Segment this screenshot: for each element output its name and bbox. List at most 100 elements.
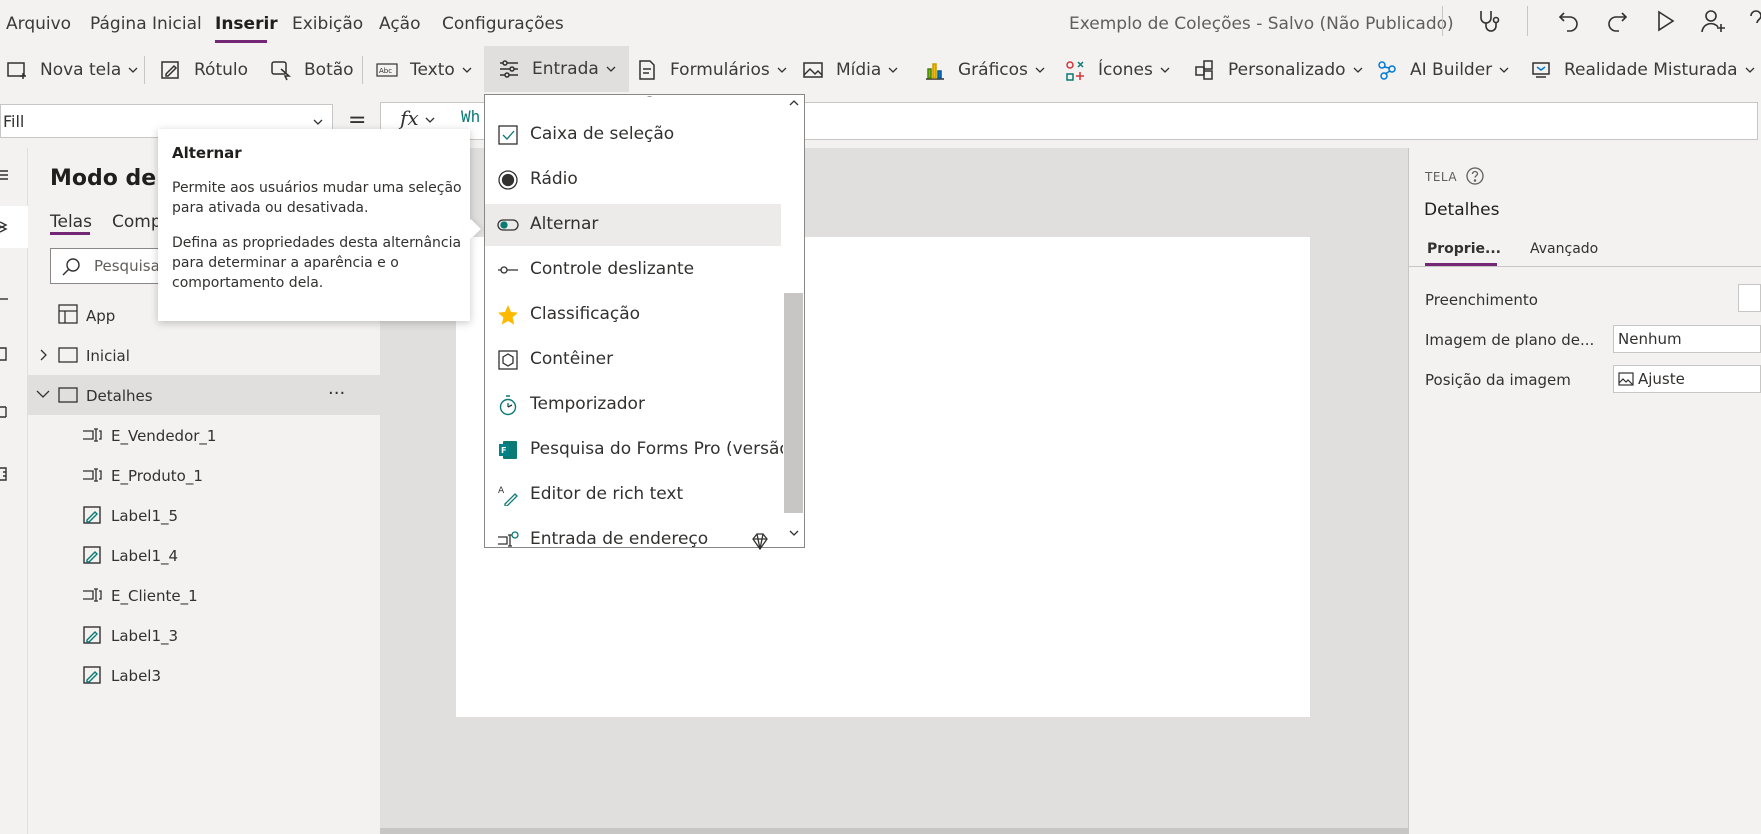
- ai-builder-button[interactable]: AI Builder: [1376, 54, 1510, 86]
- dropdown-item-radio[interactable]: Rádio: [485, 159, 781, 201]
- background-image-label: Imagem de plano de...: [1425, 331, 1595, 349]
- tree-item-label: E_Produto_1: [111, 467, 203, 485]
- button-button[interactable]: Botão: [270, 54, 354, 86]
- tree-item-control[interactable]: Label3: [28, 655, 380, 695]
- tree-item-control[interactable]: Label1_4: [28, 535, 380, 575]
- tab-componentes[interactable]: Comp: [112, 212, 162, 232]
- tree-item-inicial[interactable]: Inicial: [28, 335, 380, 375]
- fill-color-picker[interactable]: [1738, 284, 1761, 312]
- redo-icon[interactable]: [1603, 7, 1631, 35]
- chevron-down-icon: [1745, 67, 1755, 73]
- dropdown-item-label: Temporizador: [530, 394, 645, 414]
- hamburger-icon[interactable]: [0, 168, 10, 182]
- dropdown-item-container[interactable]: Contêiner: [485, 339, 781, 381]
- fx-label[interactable]: fx: [400, 106, 419, 130]
- chevron-down-icon[interactable]: [424, 114, 436, 126]
- chevron-down-icon: [1160, 67, 1170, 73]
- dropdown-item-address-input[interactable]: Entrada de endereço: [485, 519, 781, 553]
- dropdown-item-label: Controle deslizante: [530, 259, 695, 279]
- svg-text:Abc: Abc: [379, 67, 392, 75]
- active-tab-underline: [50, 232, 90, 235]
- menu-arquivo[interactable]: Arquivo: [6, 14, 71, 34]
- variables-icon[interactable]: [0, 466, 10, 482]
- chevron-down-icon: [606, 66, 616, 72]
- dropdown-item-toggle[interactable]: Alternar: [485, 204, 781, 246]
- rail-tree-view[interactable]: [0, 206, 28, 248]
- dropdown-item-checkbox[interactable]: Caixa de seleção: [485, 114, 781, 156]
- menu-inserir[interactable]: Inserir: [215, 14, 278, 34]
- tree-item-control[interactable]: Label1_3: [28, 615, 380, 655]
- data-icon[interactable]: [0, 346, 10, 362]
- image-position-select[interactable]: Ajuste: [1613, 365, 1761, 393]
- tree-item-label: Label1_3: [111, 627, 179, 645]
- slider-icon: [497, 259, 519, 281]
- mixed-reality-button[interactable]: Realidade Misturada: [1530, 54, 1756, 86]
- tab-propriedades[interactable]: Proprie...: [1427, 241, 1501, 257]
- dropdown-item-forms-pro[interactable]: F Pesquisa do Forms Pro (versão: [485, 429, 790, 471]
- chevron-down-icon[interactable]: [36, 389, 50, 399]
- media-button-label: Mídia: [836, 60, 882, 80]
- dropdown-item-label: Classificação: [530, 304, 641, 324]
- custom-button[interactable]: Personalizado: [1194, 54, 1364, 86]
- input-icon: [500, 60, 518, 78]
- stethoscope-icon[interactable]: [1474, 7, 1502, 35]
- tooltip-title: Alternar: [172, 144, 242, 162]
- text-input-icon: [82, 465, 102, 485]
- dropdown-scroll-thumb[interactable]: [784, 293, 803, 513]
- undo-icon[interactable]: [1555, 7, 1583, 35]
- label-icon: [82, 665, 102, 685]
- tree-item-control[interactable]: Label1_5: [28, 495, 380, 535]
- dropdown-item-timer[interactable]: Temporizador: [485, 384, 781, 426]
- new-screen-label: Nova tela: [40, 60, 122, 80]
- tab-telas[interactable]: Telas: [50, 212, 92, 232]
- dropdown-item-slider[interactable]: Controle deslizante: [485, 249, 781, 291]
- chevron-down-icon: [1353, 67, 1362, 73]
- more-options-icon[interactable]: ···: [328, 383, 345, 404]
- help-circle-icon[interactable]: [1465, 166, 1485, 186]
- menu-exibicao[interactable]: Exibição: [292, 14, 363, 34]
- fill-label: Preenchimento: [1425, 291, 1538, 309]
- forms-button[interactable]: Formulários: [636, 54, 788, 86]
- tree-item-label: E_Cliente_1: [111, 587, 198, 605]
- chevron-down-icon[interactable]: [788, 527, 800, 539]
- tree-item-control[interactable]: E_Vendedor_1: [28, 415, 380, 455]
- insert-icon[interactable]: [0, 292, 10, 306]
- input-button-label: Entrada: [532, 59, 599, 79]
- media-button[interactable]: Mídia: [802, 54, 899, 86]
- charts-button[interactable]: Gráficos: [924, 54, 1046, 86]
- tree-item-control[interactable]: E_Produto_1: [28, 455, 380, 495]
- chevron-right-icon[interactable]: [38, 349, 48, 361]
- address-input-icon: [497, 529, 519, 551]
- icons-button[interactable]: Ícones: [1064, 54, 1171, 86]
- dropdown-item-rich-text[interactable]: A Editor de rich text: [485, 474, 781, 516]
- mixed-reality-icon: [1532, 62, 1550, 78]
- props-title: Detalhes: [1424, 200, 1500, 220]
- label-button[interactable]: Rótulo: [160, 54, 248, 86]
- menu-acao[interactable]: Ação: [379, 14, 421, 34]
- new-screen-button[interactable]: Nova tela: [6, 54, 139, 86]
- flow-icon[interactable]: [0, 404, 10, 420]
- dropdown-item-label: Editor de rich text: [530, 484, 684, 504]
- chevron-down-icon: [313, 119, 323, 125]
- dropdown-item-star[interactable]: Classificação: [485, 294, 781, 336]
- share-user-icon[interactable]: [1699, 7, 1727, 35]
- play-icon[interactable]: [1651, 7, 1679, 35]
- image-position-label: Posição da imagem: [1425, 371, 1571, 389]
- menu-pagina-inicial[interactable]: Página Inicial: [90, 14, 202, 34]
- tree-item-label: Label3: [111, 667, 162, 685]
- canvas-scrollbar[interactable]: [380, 828, 1408, 834]
- text-button[interactable]: Abc Texto: [376, 54, 473, 86]
- input-button[interactable]: Entrada: [484, 46, 629, 92]
- chevron-up-icon[interactable]: [788, 97, 800, 109]
- label-button-label: Rótulo: [194, 60, 249, 80]
- formula-code[interactable]: Wh: [461, 107, 480, 126]
- separator: [362, 56, 363, 84]
- help-icon[interactable]: [1745, 7, 1761, 35]
- background-image-select[interactable]: Nenhum: [1613, 325, 1761, 353]
- tooltip-paragraph-2: Defina as propriedades desta alternância…: [172, 235, 462, 291]
- tree-item-detalhes[interactable]: Detalhes ···: [28, 375, 380, 415]
- tree-item-control[interactable]: E_Cliente_1: [28, 575, 380, 615]
- timer-icon: [497, 394, 519, 416]
- tab-avancado[interactable]: Avançado: [1530, 241, 1598, 257]
- menu-configuracoes[interactable]: Configurações: [442, 14, 564, 34]
